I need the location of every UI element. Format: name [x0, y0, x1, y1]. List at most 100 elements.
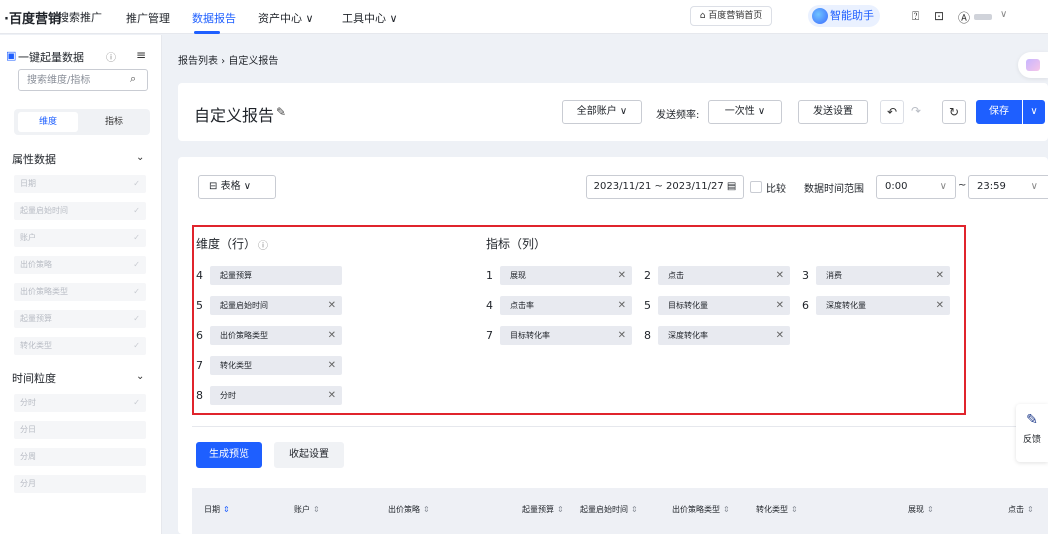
undo-icon[interactable]: ↶: [880, 100, 904, 124]
chevron-down-icon[interactable]: ⌄: [136, 152, 144, 163]
group-title-attributes[interactable]: 属性数据: [12, 151, 56, 167]
metric-tag[interactable]: 点击率 ✕: [500, 296, 632, 315]
close-icon[interactable]: ✕: [776, 266, 784, 285]
dimension-tag[interactable]: 分时 ✕: [210, 386, 342, 405]
column-header-boost-start-time[interactable]: 起量启始时间 ⇕: [580, 504, 638, 515]
metric-tag[interactable]: 消费 ✕: [816, 266, 950, 285]
compare-checkbox[interactable]: [750, 181, 762, 193]
group-title-time-granularity[interactable]: 时间粒度: [12, 370, 56, 386]
frequency-select[interactable]: 一次性 ∨: [708, 100, 782, 124]
info-icon[interactable]: ⓘ: [106, 49, 116, 64]
side-app-chip[interactable]: [1018, 52, 1048, 78]
chevron-down-icon[interactable]: ⌄: [136, 371, 144, 382]
baidu-marketing-logo[interactable]: ·百度营销: [4, 8, 61, 27]
close-icon[interactable]: ✕: [936, 266, 944, 285]
close-icon[interactable]: ✕: [328, 356, 336, 375]
send-settings-button[interactable]: 发送设置: [798, 100, 868, 124]
top-nav: ·百度营销 搜索推广 推广管理 数据报告 资产中心 ∨ 工具中心 ∨ ⌂ 百度营…: [0, 0, 1048, 34]
column-header-impressions[interactable]: 展现 ⇕: [908, 504, 934, 515]
baidu-marketing-home-button[interactable]: ⌂ 百度营销首页: [690, 6, 772, 26]
dimension-tag[interactable]: 出价策略类型 ✕: [210, 326, 342, 345]
field-search-input[interactable]: [18, 69, 148, 91]
user-avatar-icon[interactable]: Ⓐ: [958, 9, 970, 26]
metric-tag[interactable]: 展现 ✕: [500, 266, 632, 285]
sort-icon[interactable]: ⇕: [927, 505, 934, 514]
time-start-select[interactable]: 0:00 ∨: [876, 175, 956, 199]
close-icon[interactable]: ✕: [328, 296, 336, 315]
breadcrumb[interactable]: 报告列表 › 自定义报告: [178, 52, 278, 67]
field-item[interactable]: 转化类型 ✓: [14, 337, 146, 355]
edit-icon[interactable]: ✎: [276, 105, 286, 119]
sort-icon[interactable]: ⇕: [313, 505, 320, 514]
dimension-tag[interactable]: 转化类型 ✕: [210, 356, 342, 375]
sort-icon[interactable]: ⇕: [631, 505, 638, 514]
view-type-select[interactable]: ⊟ 表格 ∨: [198, 175, 276, 199]
nav-item-promotion[interactable]: 推广管理: [126, 10, 170, 26]
sort-icon[interactable]: ⇕: [791, 505, 798, 514]
account-select[interactable]: 全部账户 ∨: [562, 100, 642, 124]
redo-icon[interactable]: ↷: [904, 100, 928, 124]
column-header-account[interactable]: 账户 ⇕: [294, 504, 320, 515]
product-name[interactable]: 搜索推广: [58, 9, 102, 25]
column-header-bid-strategy-type[interactable]: 出价策略类型 ⇕: [672, 504, 730, 515]
nav-item-data-report[interactable]: 数据报告: [192, 10, 236, 26]
tab-metric[interactable]: 指标: [84, 112, 144, 132]
metric-tag[interactable]: 深度转化量 ✕: [816, 296, 950, 315]
feedback-button[interactable]: ✎ 反馈: [1016, 404, 1048, 462]
metric-tag[interactable]: 目标转化量 ✕: [658, 296, 790, 315]
collapse-panel-icon[interactable]: ≡: [136, 48, 146, 62]
sort-icon[interactable]: ⇕: [423, 505, 430, 514]
nav-item-tools[interactable]: 工具中心 ∨: [342, 10, 398, 26]
metric-index: 6: [802, 299, 809, 312]
close-icon[interactable]: ✕: [328, 326, 336, 345]
metric-tag[interactable]: 深度转化率 ✕: [658, 326, 790, 345]
date-range-picker[interactable]: 2023/11/21 ~ 2023/11/27 ▤: [586, 175, 744, 199]
column-header-boost-budget[interactable]: 起量预算 ⇕: [522, 504, 564, 515]
refresh-icon[interactable]: ↻: [942, 100, 966, 124]
sort-icon[interactable]: ⇕: [723, 505, 730, 514]
field-item[interactable]: 账户 ✓: [14, 229, 146, 247]
close-icon[interactable]: ✕: [776, 326, 784, 345]
field-item[interactable]: 日期 ✓: [14, 175, 146, 193]
field-item[interactable]: 出价策略类型 ✓: [14, 283, 146, 301]
generate-preview-button[interactable]: 生成预览: [196, 442, 262, 468]
check-icon: ✓: [133, 287, 140, 296]
column-header-clicks[interactable]: 点击 ⇕: [1008, 504, 1034, 515]
field-item[interactable]: 分时 ✓: [14, 394, 146, 412]
field-item[interactable]: 分月: [14, 475, 146, 493]
tab-dimension[interactable]: 维度: [18, 112, 78, 132]
metric-tag[interactable]: 点击 ✕: [658, 266, 790, 285]
dimension-index: 4: [196, 269, 203, 282]
time-end-select[interactable]: 23:59 ∨: [968, 175, 1048, 199]
sort-icon[interactable]: ⇕: [557, 505, 564, 514]
field-item[interactable]: 分日: [14, 421, 146, 439]
close-icon[interactable]: ✕: [776, 296, 784, 315]
date-range-value: 2023/11/21 ~ 2023/11/27: [593, 181, 724, 192]
close-icon[interactable]: ✕: [936, 296, 944, 315]
ai-assistant-button[interactable]: 智能助手: [808, 5, 880, 27]
sort-icon[interactable]: ⇕: [1027, 505, 1034, 514]
column-header-date[interactable]: 日期 ⇕: [204, 504, 230, 515]
field-item[interactable]: 出价策略 ✓: [14, 256, 146, 274]
sort-icon[interactable]: ⇕: [223, 505, 230, 514]
dimension-tag[interactable]: 起量启始时间 ✕: [210, 296, 342, 315]
field-item[interactable]: 分周: [14, 448, 146, 466]
field-item[interactable]: 起量启始时间 ✓: [14, 202, 146, 220]
message-icon[interactable]: ⊡: [934, 9, 944, 23]
save-options-chevron-icon[interactable]: ∨: [1023, 100, 1045, 124]
collapse-settings-button[interactable]: 收起设置: [274, 442, 344, 468]
user-menu-chevron-icon[interactable]: ∨: [1000, 9, 1007, 20]
metric-tag[interactable]: 目标转化率 ✕: [500, 326, 632, 345]
nav-item-assets[interactable]: 资产中心 ∨: [258, 10, 314, 26]
column-header-conversion-type[interactable]: 转化类型 ⇕: [756, 504, 798, 515]
help-icon[interactable]: ⍰: [912, 9, 919, 24]
save-button[interactable]: 保存: [976, 100, 1022, 124]
info-icon[interactable]: ⓘ: [258, 237, 268, 252]
dimension-tag[interactable]: 起量预算: [210, 266, 342, 285]
close-icon[interactable]: ✕: [618, 266, 626, 285]
close-icon[interactable]: ✕: [618, 296, 626, 315]
field-item[interactable]: 起量预算 ✓: [14, 310, 146, 328]
close-icon[interactable]: ✕: [328, 386, 336, 405]
close-icon[interactable]: ✕: [618, 326, 626, 345]
column-header-bid-strategy[interactable]: 出价策略 ⇕: [388, 504, 430, 515]
